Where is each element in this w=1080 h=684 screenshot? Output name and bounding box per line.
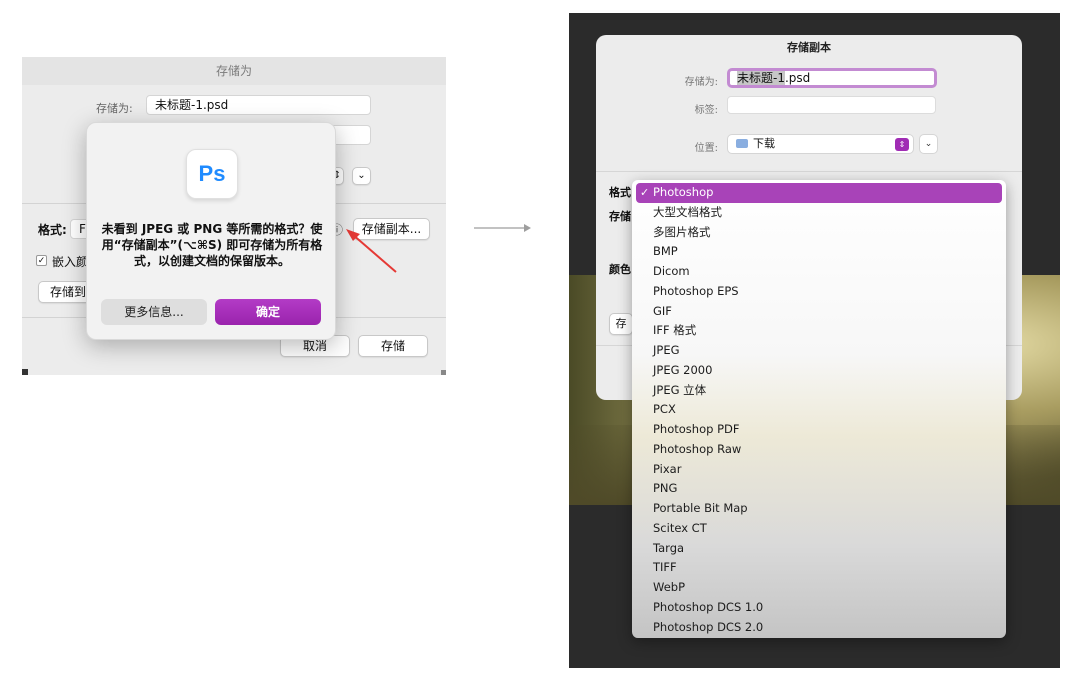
format-menu-list: ✓ Photoshop 大型文档格式 多图片格式 BMP Dicom Photoshop E… xyxy=(632,183,1006,637)
format-dropdown-menu: ✓ Photoshop 大型文档格式 多图片格式 BMP Dicom Photoshop E… xyxy=(632,180,1006,638)
filename-selected-text: 未标题-1 xyxy=(737,71,785,85)
format-menu-item[interactable]: WebP xyxy=(632,578,1006,598)
tags-input[interactable] xyxy=(727,96,936,114)
dialog-title: 存储为 xyxy=(22,57,446,85)
embed-color-checkbox[interactable]: ✓ xyxy=(36,255,47,266)
format-menu-item-label: Scitex CT xyxy=(653,520,707,535)
format-menu-item[interactable]: Photoshop PDF xyxy=(632,420,1006,440)
format-menu-item-label: WebP xyxy=(653,580,686,594)
format-menu-item-label: GIF xyxy=(653,303,672,318)
format-menu-item[interactable]: Pixar xyxy=(632,460,1006,480)
format-menu-item-label: 大型文档格式 xyxy=(653,204,722,219)
screenshot-stage: 存储为 存储为: 未标题-1.psd ⇕ ⌄ 格式: F ⓘ 存储副本... ✓… xyxy=(0,0,1080,684)
alert-message: 未看到 JPEG 或 PNG 等所需的格式？使用“存储副本”(⌥⌘S) 即可存储… xyxy=(101,222,323,268)
format-menu-item[interactable]: 大型文档格式 xyxy=(632,203,1006,223)
more-info-button[interactable]: 更多信息... xyxy=(101,299,207,325)
format-menu-item[interactable]: Photoshop Raw xyxy=(632,440,1006,460)
location-select[interactable]: 下载 ⇕ xyxy=(727,134,914,154)
format-menu-item[interactable]: ✓ Photoshop xyxy=(636,183,1002,203)
format-menu-item-label: Photoshop DCS 1.0 xyxy=(653,599,764,614)
format-menu-item[interactable]: TIFF xyxy=(632,558,1006,578)
format-menu-item-label: Photoshop xyxy=(653,185,714,199)
filename-input[interactable]: 未标题-1.psd xyxy=(727,68,937,88)
alert-dialog: Ps 未看到 JPEG 或 PNG 等所需的格式？使用“存储副本”(⌥⌘S) 即… xyxy=(86,122,336,340)
format-menu-item-label: PCX xyxy=(653,402,676,417)
format-menu-item-label: Portable Bit Map xyxy=(653,501,748,515)
filename-extension: .psd xyxy=(784,71,811,85)
format-menu-item-label: 多图片格式 xyxy=(653,224,711,239)
format-menu-item[interactable]: Photoshop EPS xyxy=(632,282,1006,302)
filename-input[interactable]: 未标题-1.psd xyxy=(146,95,371,115)
format-menu-item[interactable]: BMP xyxy=(632,242,1006,262)
format-menu-item[interactable]: Targa xyxy=(632,539,1006,559)
format-menu-item[interactable]: 多图片格式 xyxy=(632,223,1006,243)
format-label: 格式: xyxy=(38,223,67,237)
format-menu-item[interactable]: JPEG 立体 xyxy=(632,381,1006,401)
flow-arrow-icon xyxy=(474,224,531,232)
format-menu-item-label: Photoshop PDF xyxy=(653,422,740,436)
save-as-label: 存储为: xyxy=(684,77,718,88)
format-menu-item[interactable]: IFF 格式 xyxy=(632,321,1006,341)
photoshop-app-icon: Ps xyxy=(186,149,238,199)
format-menu-item-label: Photoshop DCS 2.0 xyxy=(653,619,764,634)
format-menu-item-label: JPEG xyxy=(653,343,680,357)
format-menu-item[interactable]: Photoshop DCS 2.0 xyxy=(632,618,1006,638)
format-menu-item[interactable]: PNG xyxy=(632,479,1006,499)
format-menu-item[interactable]: Scitex CT xyxy=(632,519,1006,539)
format-menu-item[interactable]: PCX xyxy=(632,400,1006,420)
format-menu-item-label: Photoshop Raw xyxy=(653,441,742,456)
save-button[interactable]: 存储 xyxy=(358,335,428,357)
format-label: 格式 xyxy=(609,186,631,199)
format-menu-item-label: BMP xyxy=(653,244,678,259)
format-menu-item-label: PNG xyxy=(653,481,678,496)
format-menu-item[interactable]: JPEG xyxy=(632,341,1006,361)
separator xyxy=(596,171,1022,172)
expand-button[interactable]: ⌄ xyxy=(352,167,371,185)
downloads-folder-icon xyxy=(736,139,748,148)
format-menu-item-label: JPEG 立体 xyxy=(653,382,707,397)
location-stepper-icon[interactable]: ⇕ xyxy=(895,138,909,151)
window-corner xyxy=(22,369,28,375)
embed-color-label: 嵌入颜 xyxy=(52,255,89,269)
format-menu-item[interactable]: GIF xyxy=(632,302,1006,322)
ok-button[interactable]: 确定 xyxy=(215,299,321,325)
location-value: 下载 xyxy=(753,137,775,150)
format-menu-item[interactable]: Portable Bit Map xyxy=(632,499,1006,519)
format-menu-item-label: TIFF xyxy=(653,560,677,575)
format-menu-item-label: Dicom xyxy=(653,264,690,278)
format-menu-item[interactable]: Dicom xyxy=(632,262,1006,282)
format-menu-item-label: IFF 格式 xyxy=(653,323,697,338)
format-menu-item-label: Pixar xyxy=(653,461,682,476)
tags-label: 标签: xyxy=(694,105,718,116)
dialog-title: 存储副本 xyxy=(787,41,831,54)
format-menu-item-label: JPEG 2000 xyxy=(653,362,713,377)
annotation-arrow xyxy=(346,229,397,273)
expand-button[interactable]: ⌄ xyxy=(919,134,938,154)
format-menu-item[interactable]: JPEG 2000 xyxy=(632,361,1006,381)
format-menu-item[interactable]: Photoshop DCS 1.0 xyxy=(632,598,1006,618)
save-to-button[interactable]: 存 xyxy=(609,313,633,335)
checkmark-icon: ✓ xyxy=(640,186,650,199)
save-as-label: 存储为: xyxy=(96,102,133,115)
format-menu-item-label: Targa xyxy=(653,540,685,555)
resize-corner[interactable] xyxy=(441,370,446,375)
location-label: 位置: xyxy=(694,143,718,154)
format-menu-item-label: Photoshop EPS xyxy=(653,283,739,298)
save-option-label: 存储 xyxy=(609,210,631,223)
color-label: 颜色 xyxy=(609,263,631,276)
